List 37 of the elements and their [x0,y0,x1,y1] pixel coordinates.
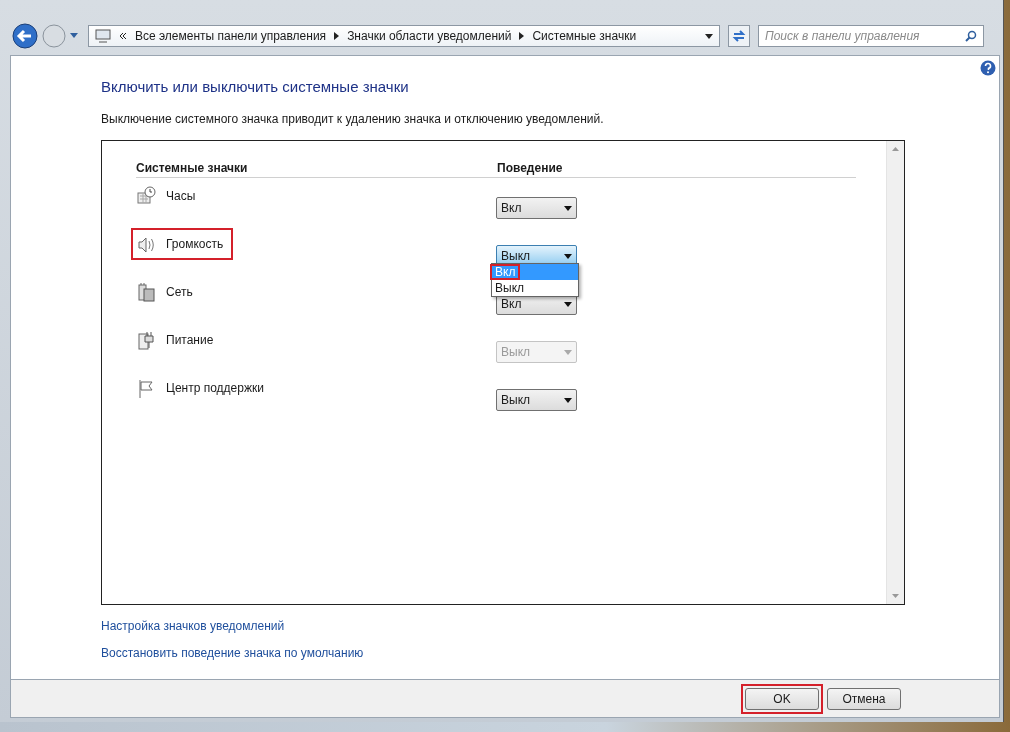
breadcrumb[interactable]: Значки области уведомлений [347,29,512,43]
caret-icon[interactable] [564,205,572,211]
chevron-icon[interactable] [119,32,127,40]
address-bar[interactable]: Все элементы панели управления Значки области уведомлений Системные значки [88,25,720,47]
column-header: Системные значки [136,161,249,175]
caret-icon[interactable] [564,253,572,259]
ok-button[interactable]: OK [745,687,819,710]
behavior-dropdown[interactable]: Выкл [496,389,577,411]
back-icon[interactable] [12,23,38,49]
breadcrumb[interactable]: Системные значки [532,29,637,43]
icon-name: Часы [166,189,196,203]
icon-name: Питание [166,333,214,347]
help-icon[interactable] [980,60,996,76]
page-heading: Включить или выключить системные значки [101,78,410,95]
computer-icon [95,29,111,43]
icon-name: Громкость [166,237,224,251]
icon-name: Центр поддержки [166,381,264,395]
dropdown-icon[interactable] [705,33,713,39]
caret-icon[interactable] [564,301,572,307]
icon-name: Сеть [166,285,193,299]
caret-icon[interactable] [564,397,572,403]
column-header: Поведение [497,161,563,175]
link[interactable]: Настройка значков уведомлений [101,619,285,633]
dropdown-option[interactable]: Выкл [492,280,578,296]
network-icon [136,282,156,302]
link[interactable]: Восстановить поведение значка по умолчанию [101,646,364,660]
power-icon [136,330,156,350]
behavior-dropdown[interactable]: Вкл [496,197,577,219]
search-field[interactable]: Поиск в панели управления [758,25,984,47]
separator-icon[interactable] [519,32,525,40]
breadcrumb[interactable]: Все элементы панели управления [135,29,327,43]
description: Выключение системного значка приводит к удалению значка и отключению уведомлений. [101,112,605,126]
separator-icon[interactable] [334,32,340,40]
search-icon[interactable] [965,30,977,42]
cancel-button[interactable]: Отмена [827,687,901,710]
clock-icon [136,186,156,206]
flag-icon [136,378,156,398]
